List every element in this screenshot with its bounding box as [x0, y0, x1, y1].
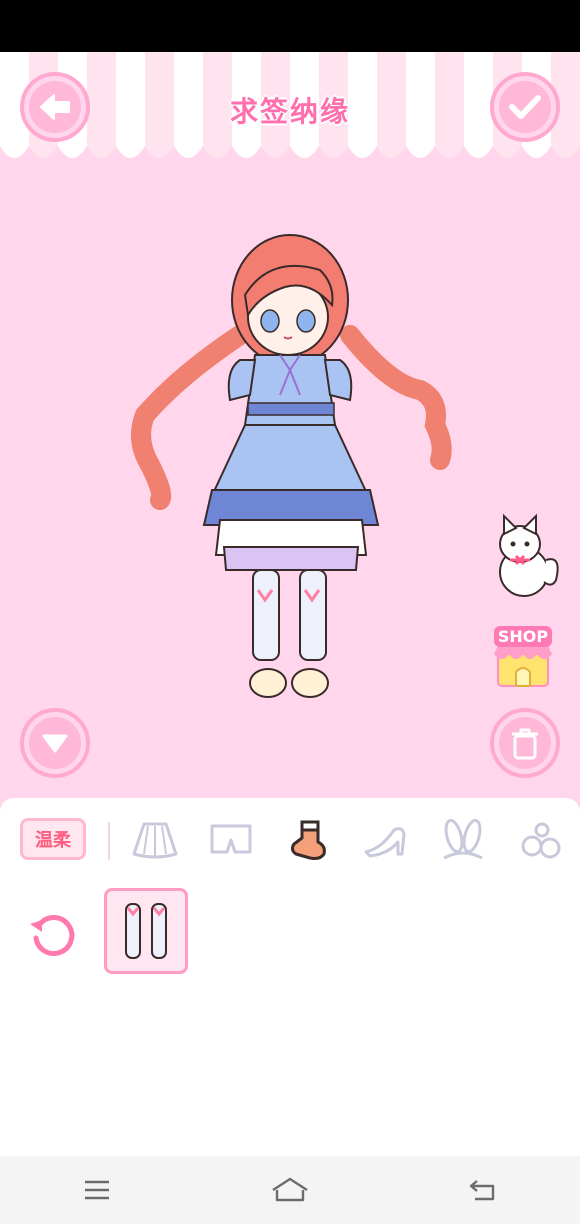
- skirt-icon: [132, 822, 178, 859]
- wardrobe-panel: 温柔: [0, 798, 580, 1156]
- triangle-down-icon: [42, 734, 68, 753]
- back-icon: [470, 1180, 495, 1201]
- check-icon: [509, 95, 541, 119]
- sock-icon: [290, 820, 326, 860]
- nav-back-button[interactable]: [453, 1165, 513, 1215]
- home-icon: [272, 1177, 308, 1202]
- shop-button[interactable]: SHOP: [490, 624, 556, 690]
- status-bar: [0, 0, 580, 52]
- trash-icon: [512, 728, 538, 760]
- bunny-ears-icon: [443, 818, 483, 860]
- shop-label: SHOP: [494, 626, 552, 647]
- shorts-icon: [210, 824, 252, 854]
- category-accessories[interactable]: [516, 816, 566, 864]
- category-divider: [108, 822, 110, 860]
- reset-button[interactable]: [26, 906, 80, 960]
- delete-button[interactable]: [490, 708, 560, 778]
- item-slot-stockings[interactable]: [104, 888, 188, 974]
- category-skirt[interactable]: [130, 816, 180, 864]
- category-socks[interactable]: [284, 816, 334, 864]
- confirm-button[interactable]: [490, 72, 560, 142]
- pet-cat-button[interactable]: [490, 510, 562, 602]
- category-headwear[interactable]: [438, 816, 488, 864]
- nav-home-button[interactable]: [260, 1165, 320, 1215]
- flower-accessory-icon: [521, 822, 561, 859]
- category-shoes[interactable]: [360, 816, 410, 864]
- menu-icon: [84, 1180, 109, 1200]
- arrow-left-icon: [40, 94, 70, 120]
- refresh-icon: [30, 915, 75, 956]
- category-shorts[interactable]: [206, 816, 256, 864]
- style-filter-tag[interactable]: 温柔: [20, 818, 86, 860]
- collapse-button[interactable]: [20, 708, 90, 778]
- back-button[interactable]: [20, 72, 90, 142]
- header-scallop: [0, 146, 580, 172]
- high-heel-icon: [364, 827, 406, 858]
- system-nav-bar: [0, 1156, 580, 1224]
- doll-character[interactable]: [120, 225, 470, 705]
- nav-menu-button[interactable]: [67, 1165, 127, 1215]
- stockings-icon: [125, 903, 167, 959]
